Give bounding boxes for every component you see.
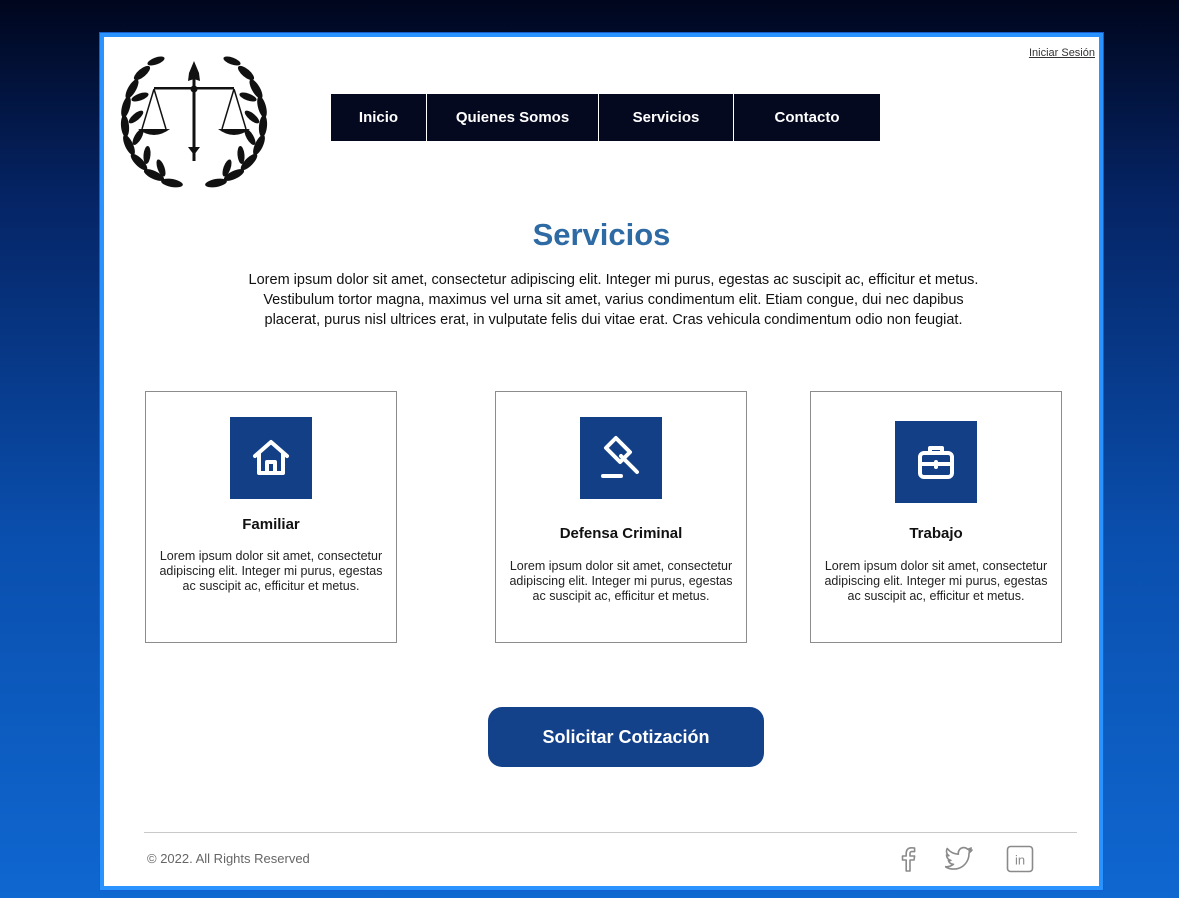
card-description: Lorem ipsum dolor sit amet, consectetur … — [159, 549, 383, 593]
card-description: Lorem ipsum dolor sit amet, consectetur … — [509, 559, 733, 603]
card-description: Lorem ipsum dolor sit amet, consectetur … — [824, 559, 1048, 603]
nav-item-servicios[interactable]: Servicios — [599, 94, 734, 141]
page-frame: Iniciar Sesión Inicio Quienes Somos Serv… — [100, 33, 1103, 890]
twitter-icon[interactable] — [944, 843, 976, 875]
request-quote-button[interactable]: Solicitar Cotización — [488, 707, 764, 767]
nav-item-quienes-somos[interactable]: Quienes Somos — [427, 94, 599, 141]
login-link[interactable]: Iniciar Sesión — [1029, 47, 1095, 59]
home-icon — [230, 417, 312, 499]
service-card-familiar[interactable]: Familiar Lorem ipsum dolor sit amet, con… — [145, 391, 397, 643]
linkedin-icon[interactable]: in — [1004, 843, 1036, 875]
card-title: Familiar — [242, 516, 300, 533]
card-title: Trabajo — [909, 525, 963, 542]
copyright-text: © 2022. All Rights Reserved — [147, 851, 310, 866]
main-nav: Inicio Quienes Somos Servicios Contacto — [331, 94, 880, 141]
card-title: Defensa Criminal — [559, 525, 683, 542]
page-title: Servicios — [532, 217, 671, 252]
facebook-icon[interactable] — [892, 843, 924, 875]
nav-item-inicio[interactable]: Inicio — [331, 94, 427, 141]
briefcase-icon — [895, 421, 977, 503]
service-card-defensa-criminal[interactable]: Defensa Criminal Lorem ipsum dolor sit a… — [495, 391, 747, 643]
scales-of-justice-logo — [120, 56, 268, 188]
footer-divider — [144, 832, 1077, 833]
nav-item-contacto[interactable]: Contacto — [734, 94, 880, 141]
service-card-trabajo[interactable]: Trabajo Lorem ipsum dolor sit amet, cons… — [810, 391, 1062, 643]
svg-text:in: in — [1015, 853, 1025, 868]
intro-text: Lorem ipsum dolor sit amet, consectetur … — [248, 272, 979, 328]
gavel-icon — [580, 417, 662, 499]
